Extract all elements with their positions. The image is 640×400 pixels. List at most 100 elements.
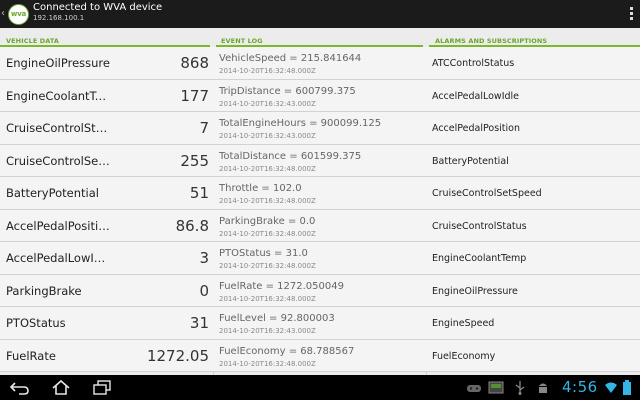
event-timestamp: 2014-10-20T16:32:43.000Z	[219, 99, 316, 108]
clock: 4:56	[562, 378, 598, 396]
vehicle-data-panel: VEHICLE DATA EngineOilPressure 868 EngineC…	[0, 28, 213, 375]
event-timestamp: 2014-10-20T16:32:48.000Z	[219, 164, 316, 173]
device-ip: 192.168.100.1	[33, 14, 85, 22]
event-text: PTOStatus = 31.0	[219, 248, 308, 259]
event-timestamp: 2014-10-20T16:32:48.000Z	[219, 359, 316, 368]
alarm-subscription-row[interactable]: EngineCoolantTemp	[426, 242, 640, 275]
alarm-subscription-name: CruiseControlStatus	[432, 220, 527, 232]
alarm-subscription-name: CruiseControlSetSpeed	[432, 188, 542, 199]
alarm-subscription-name: AccelPedalLowIdle	[432, 90, 520, 102]
vehicle-data-row[interactable]: CruiseControlSetSpeed 255	[0, 145, 213, 177]
alarm-subscription-name: BatteryPotential	[432, 155, 509, 167]
alarm-subscription-name: ATCControlStatus	[432, 58, 515, 69]
alarm-subscription-row[interactable]: EngineOilPressure	[426, 275, 640, 307]
event-log-row[interactable]: PTOStatus = 31.0 2014-10-20T16:32:48.000Z	[213, 242, 426, 275]
event-log-row[interactable]: TotalEngineHours = 900099.125 2014-10-20T…	[213, 112, 426, 145]
alarm-subscription-name: EngineSpeed	[432, 318, 495, 329]
event-log-row[interactable]: ParkingBrake = 0.0 2014-10-20T16:32:48.00…	[213, 210, 426, 242]
vehicle-data-value: 3	[199, 249, 209, 267]
up-caret-icon[interactable]: ‹	[1, 9, 5, 19]
event-text: FuelEconomy = 68.788567	[219, 345, 355, 357]
vehicle-data-row[interactable]: PTOStatus 31	[0, 307, 213, 340]
recent-apps-icon[interactable]	[92, 379, 112, 396]
event-timestamp: 2014-10-20T16:32:48.000Z	[219, 197, 316, 205]
vehicle-data-name: ParkingBrake	[6, 283, 82, 298]
event-timestamp: 2014-10-20T16:32:48.000Z	[219, 67, 316, 75]
alarm-subscription-name: FuelEconomy	[432, 350, 496, 362]
event-text: Throttle = 102.0	[219, 183, 302, 194]
vehicle-data-value: 1272.05	[146, 346, 209, 365]
event-text: TotalEngineHours = 900099.125	[219, 118, 382, 129]
vehicle-data-row[interactable]: AccelPedalLowIdle 3	[0, 242, 213, 275]
vehicle-data-name: BatteryPotential	[6, 186, 99, 200]
overflow-menu-icon[interactable]	[628, 7, 634, 21]
event-log-row[interactable]: FuelRate = 1272.050049 2014-10-20T16:32:4…	[213, 275, 426, 307]
alarm-subscription-row[interactable]: ATCControlStatus	[426, 47, 640, 80]
app-logo[interactable]: wva	[8, 4, 29, 25]
event-log-header: EVENT LOG	[216, 28, 423, 47]
event-timestamp: 2014-10-20T16:32:48.000Z	[219, 262, 316, 270]
vehicle-data-header: VEHICLE DATA	[0, 28, 210, 47]
vehicle-data-row[interactable]: ParkingBrake 0	[0, 275, 213, 307]
home-icon[interactable]	[52, 379, 70, 396]
gamepad-icon	[467, 385, 481, 392]
event-text: TotalDistance = 601599.375	[219, 150, 362, 162]
alarm-subscription-row[interactable]: CruiseControlSetSpeed	[426, 177, 640, 210]
vehicle-data-row[interactable]: EngineCoolantTemp 177	[0, 80, 213, 112]
alarms-list[interactable]: ATCControlStatus AccelPedalLowIdle AccelPe…	[426, 47, 640, 372]
action-bar: ‹ wva Connected to WVA device 192.168.10…	[0, 0, 640, 28]
vehicle-data-value: 31	[189, 314, 209, 332]
event-text: FuelRate = 1272.050049	[219, 280, 344, 292]
android-debug-icon	[539, 383, 547, 393]
vehicle-data-name: CruiseControlStatus	[6, 121, 110, 135]
vehicle-data-name: EngineCoolantTemp	[6, 88, 110, 103]
alarm-subscription-row[interactable]: FuelEconomy	[426, 340, 640, 372]
event-log-row[interactable]: FuelEconomy = 68.788567 2014-10-20T16:32:…	[213, 340, 426, 372]
event-timestamp: 2014-10-20T16:32:48.000Z	[219, 294, 316, 303]
event-text: VehicleSpeed = 215.841644	[219, 53, 362, 64]
event-log-list[interactable]: VehicleSpeed = 215.841644 2014-10-20T16:3…	[213, 47, 426, 372]
event-text: FuelLevel = 92.800003	[219, 313, 335, 324]
vehicle-data-row[interactable]: BatteryPotential 51	[0, 177, 213, 210]
back-icon[interactable]	[10, 379, 30, 396]
vehicle-data-row[interactable]: EngineOilPressure 868	[0, 47, 213, 80]
vehicle-data-name: AccelPedalLowIdle	[6, 251, 110, 265]
vehicle-data-value: 0	[199, 281, 209, 300]
system-navigation-bar: 4:56	[0, 375, 640, 400]
vehicle-data-value: 7	[199, 119, 209, 137]
alarm-subscription-row[interactable]: AccelPedalPosition	[426, 112, 640, 145]
event-log-row[interactable]: VehicleSpeed = 215.841644 2014-10-20T16:3…	[213, 47, 426, 80]
vehicle-data-list[interactable]: EngineOilPressure 868 EngineCoolantTemp 177…	[0, 47, 213, 372]
vehicle-data-value: 51	[189, 184, 209, 202]
alarms-header: ALARMS AND SUBSCRIPTIONS	[429, 28, 640, 47]
event-timestamp: 2014-10-20T16:32:48.000Z	[219, 229, 316, 238]
event-timestamp: 2014-10-20T16:32:43.000Z	[219, 132, 316, 140]
event-log-row[interactable]: TotalDistance = 601599.375 2014-10-20T16:…	[213, 145, 426, 177]
vehicle-data-name: PTOStatus	[6, 316, 66, 330]
alarm-subscription-name: AccelPedalPosition	[432, 123, 520, 134]
vehicle-data-row[interactable]: AccelPedalPosition 86.8	[0, 210, 213, 242]
vehicle-data-row[interactable]: FuelRate 1272.05	[0, 340, 213, 372]
vehicle-data-name: FuelRate	[6, 348, 56, 363]
event-timestamp: 2014-10-20T16:32:43.000Z	[219, 327, 316, 335]
alarm-subscription-row[interactable]: AccelPedalLowIdle	[426, 80, 640, 112]
battery-icon	[623, 380, 631, 395]
vehicle-data-row[interactable]: CruiseControlStatus 7	[0, 112, 213, 145]
event-log-row[interactable]: TripDistance = 600799.375 2014-10-20T16:3…	[213, 80, 426, 112]
connection-title: Connected to WVA device	[33, 2, 163, 13]
event-text: TripDistance = 600799.375	[219, 85, 356, 97]
event-log-row[interactable]: FuelLevel = 92.800003 2014-10-20T16:32:43…	[213, 307, 426, 340]
alarm-subscription-name: EngineCoolantTemp	[432, 253, 527, 264]
event-log-panel: EVENT LOG VehicleSpeed = 215.841644 2014-…	[213, 28, 426, 375]
alarm-subscription-row[interactable]: BatteryPotential	[426, 145, 640, 177]
alarm-subscription-name: EngineOilPressure	[432, 285, 518, 297]
vehicle-data-value: 177	[180, 86, 209, 105]
alarm-subscription-row[interactable]: EngineSpeed	[426, 307, 640, 340]
vehicle-data-value: 868	[180, 54, 209, 72]
screenshot-icon	[488, 381, 504, 394]
event-text: ParkingBrake = 0.0	[219, 215, 316, 227]
wifi-icon	[605, 382, 617, 393]
alarm-subscription-row[interactable]: CruiseControlStatus	[426, 210, 640, 242]
usb-icon	[515, 381, 525, 395]
event-log-row[interactable]: Throttle = 102.0 2014-10-20T16:32:48.000Z	[213, 177, 426, 210]
